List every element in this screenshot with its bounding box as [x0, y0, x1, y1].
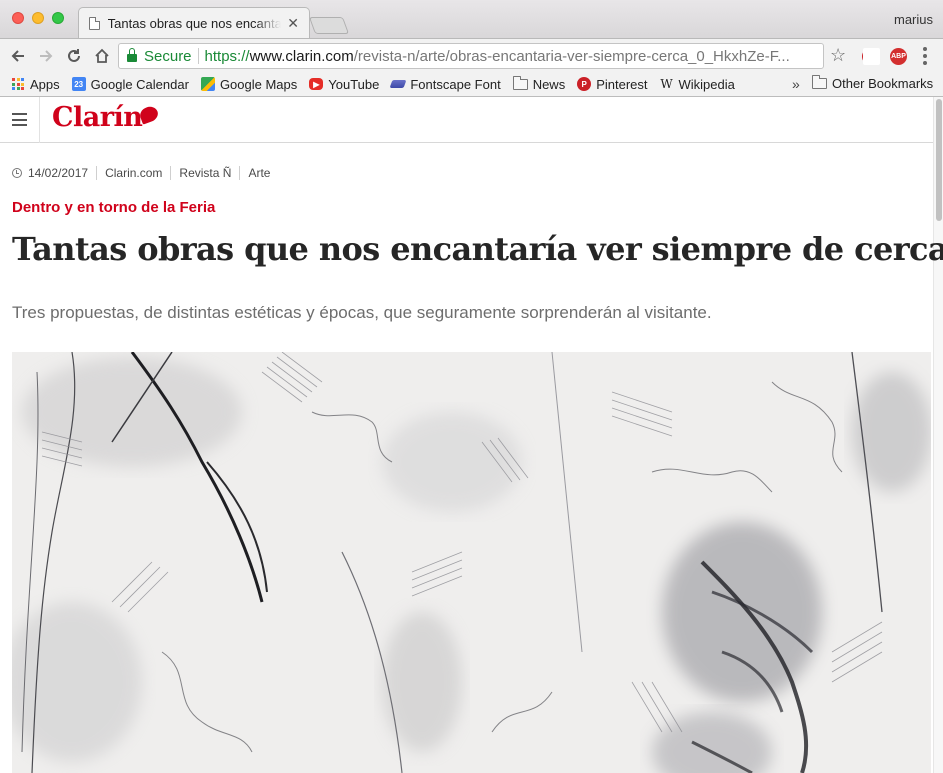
bookmark-google-maps[interactable]: Google Maps [200, 76, 298, 92]
bookmark-fontscape[interactable]: Fontscape Font [389, 76, 501, 92]
url-path: /revista-n/arte/obras-encantaria-ver-sie… [353, 47, 790, 65]
new-tab-button[interactable] [308, 17, 350, 34]
security-label: Secure [144, 47, 192, 65]
site-logo[interactable]: Clarín [52, 102, 143, 133]
bookmark-label: Pinterest [596, 76, 648, 92]
reload-icon[interactable] [62, 44, 86, 68]
lock-icon [127, 48, 137, 62]
abstract-drawing-artwork [12, 352, 931, 773]
minimize-window-button[interactable] [32, 12, 44, 24]
b-extension-icon[interactable] [863, 48, 880, 65]
other-bookmarks-label: Other Bookmarks [832, 76, 934, 91]
fullscreen-window-button[interactable] [52, 12, 64, 24]
article-summary: Tres propuestas, de distintas estéticas … [12, 303, 712, 322]
article-kicker[interactable]: Dentro y en torno de la Feria [12, 199, 215, 216]
folder-icon [812, 75, 827, 89]
other-bookmarks[interactable]: Other Bookmarks [812, 75, 934, 91]
bookmark-label: News [532, 76, 566, 92]
page-icon [89, 16, 100, 30]
back-arrow-icon[interactable] [6, 44, 30, 68]
window-titlebar: Tantas obras que nos encantaría ver siem… [0, 0, 943, 38]
apps-grid-icon [12, 78, 24, 90]
calendar-icon: 23 [71, 77, 86, 91]
bookmark-label: Google Maps [219, 76, 298, 92]
article-hero-image [12, 352, 931, 773]
article-meta: 14/02/2017 Clarin.com Revista Ñ Arte [12, 166, 278, 180]
bookmark-label: Google Calendar [90, 76, 189, 92]
fontscape-icon [389, 80, 407, 88]
address-bar[interactable]: Secure https://www.clarin.com/revista-n/… [118, 43, 824, 69]
header-divider [39, 97, 40, 143]
bookmark-google-calendar[interactable]: 23 Google Calendar [71, 76, 189, 92]
clock-icon [12, 168, 22, 178]
meta-link-source[interactable]: Clarin.com [96, 166, 170, 180]
folder-icon [512, 75, 528, 90]
bookmark-pinterest[interactable]: P Pinterest [577, 76, 648, 92]
bookmark-news[interactable]: News [512, 75, 566, 92]
bookmark-wikipedia[interactable]: W Wikipedia [660, 77, 735, 92]
bookmark-label: YouTube [328, 76, 380, 92]
star-icon[interactable]: ☆ [830, 45, 846, 66]
bookmark-label: Fontscape Font [410, 76, 501, 92]
bookmarks-overflow-icon[interactable]: » [792, 76, 800, 92]
bookmark-youtube[interactable]: ▶ YouTube [309, 77, 379, 92]
hamburger-menu-icon[interactable] [12, 113, 27, 126]
meta-link-section[interactable]: Revista Ñ [170, 166, 239, 180]
page-scrollbar[interactable] [933, 97, 943, 773]
adblock-icon[interactable]: ABP [890, 48, 907, 65]
forward-arrow-icon[interactable] [34, 44, 58, 68]
browser-toolbar: Secure https://www.clarin.com/revista-n/… [0, 38, 943, 72]
home-icon[interactable] [90, 44, 114, 68]
article-date: 14/02/2017 [28, 166, 89, 180]
bookmarks-bar: Apps 23 Google Calendar Google Maps ▶ Yo… [0, 72, 943, 97]
maps-icon [200, 77, 215, 91]
menu-icon[interactable] [923, 47, 927, 65]
tab-title: Tantas obras que nos encantaría ver siem… [107, 15, 282, 31]
meta-link-category[interactable]: Arte [239, 166, 278, 180]
article-headline: Tantas obras que nos encantaría ver siem… [12, 230, 943, 268]
profile-name[interactable]: marius [894, 12, 933, 27]
bookmark-label: Wikipedia [678, 76, 735, 92]
omnibox-divider [197, 48, 199, 64]
bookmark-label: Apps [30, 76, 60, 92]
scrollbar-thumb[interactable] [936, 99, 942, 221]
wikipedia-icon: W [660, 77, 673, 91]
close-window-button[interactable] [12, 12, 24, 24]
browser-tab-active[interactable]: Tantas obras que nos encantaría ver siem… [78, 7, 310, 38]
site-header: Clarín [0, 97, 933, 143]
url-scheme: https:// [204, 47, 250, 65]
pinterest-icon: P [577, 77, 592, 91]
bookmark-apps[interactable]: Apps [12, 77, 60, 92]
tab-close-icon[interactable]: ✕ [287, 16, 299, 30]
youtube-icon: ▶ [309, 78, 324, 90]
url-host: www.clarin.com [249, 47, 354, 65]
